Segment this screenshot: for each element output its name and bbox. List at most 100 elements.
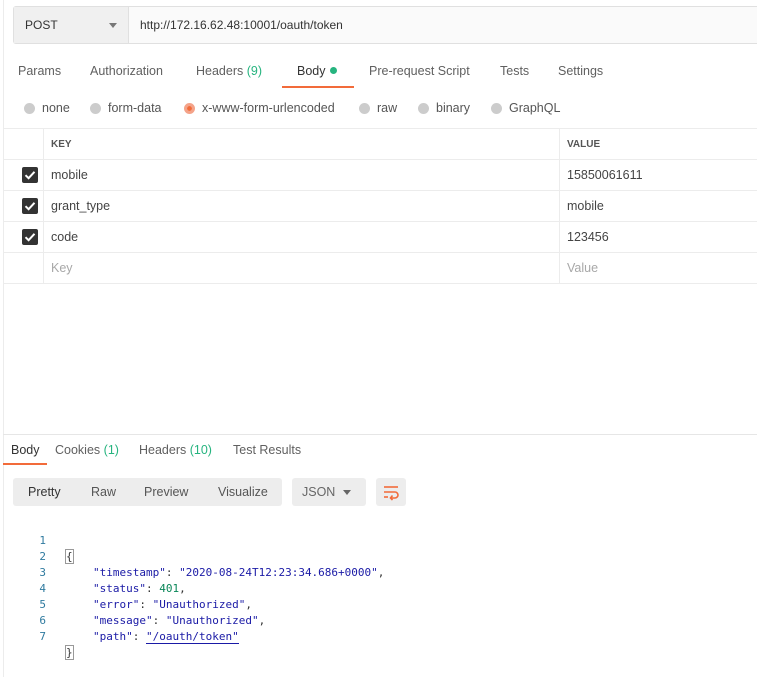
code-line: 4 "error": "Unauthorized", [0, 565, 252, 611]
response-tab-test-results[interactable]: Test Results [233, 443, 301, 457]
tab-pre-request-script[interactable]: Pre-request Script [369, 64, 470, 78]
view-mode-group: Pretty Raw Preview Visualize [13, 478, 282, 506]
json-key: "timestamp" [93, 566, 166, 579]
key-cell[interactable]: code [51, 222, 78, 252]
row-enabled-checkbox[interactable] [22, 167, 38, 183]
brace-open: { [65, 549, 74, 564]
row-enabled-checkbox[interactable] [22, 198, 38, 214]
radio-graphql[interactable]: GraphQL [491, 101, 560, 115]
column-divider [559, 191, 560, 221]
line-number: 7 [39, 630, 46, 643]
tab-body[interactable]: Body [297, 64, 337, 78]
key-cell[interactable]: mobile [51, 160, 88, 190]
value-cell[interactable]: mobile [567, 191, 604, 221]
tab-label: Headers [196, 64, 244, 78]
response-tab-headers[interactable]: Headers (10) [139, 443, 212, 457]
tab-label: Headers [139, 443, 187, 457]
response-body-code[interactable]: 1 { 2 "timestamp": "2020-08-24T12:23:34.… [0, 517, 384, 660]
code-text: "status": 401, [93, 582, 186, 595]
view-visualize-button[interactable]: Visualize [218, 485, 268, 499]
form-params-table: KEY VALUE mobile 15850061611 grant_type … [3, 128, 757, 284]
tab-label: Authorization [90, 64, 163, 78]
key-input-placeholder[interactable]: Key [51, 253, 73, 283]
tab-label: Body [11, 443, 40, 457]
json-comma: , [245, 598, 252, 611]
radio-raw[interactable]: raw [359, 101, 397, 115]
chevron-down-icon [109, 23, 117, 28]
json-value: 401 [159, 582, 180, 595]
code-line: 7 } [0, 613, 74, 660]
method-select[interactable]: POST [14, 7, 129, 43]
response-tab-cookies[interactable]: Cookies (1) [55, 443, 119, 457]
key-cell[interactable]: grant_type [51, 191, 110, 221]
radio-binary[interactable]: binary [418, 101, 470, 115]
radio-label: none [42, 101, 70, 115]
code-line: 2 "timestamp": "2020-08-24T12:23:34.686+… [0, 533, 384, 579]
view-raw-button[interactable]: Raw [91, 485, 116, 499]
active-tab-indicator [282, 86, 354, 88]
tab-count: (10) [189, 443, 212, 457]
json-value-link[interactable]: "/oauth/token" [146, 630, 239, 644]
response-divider[interactable] [3, 434, 757, 435]
table-row: grant_type mobile [3, 191, 757, 222]
code-text: "error": "Unauthorized", [93, 598, 252, 611]
code-line: 5 "message": "Unauthorized", [0, 581, 265, 627]
json-key: "status" [93, 582, 146, 595]
check-column [3, 129, 44, 159]
check-column [3, 160, 44, 190]
table-row: code 123456 [3, 222, 757, 253]
table-row: mobile 15850061611 [3, 160, 757, 191]
tab-params[interactable]: Params [18, 64, 61, 78]
json-key: "message" [93, 614, 153, 627]
tab-authorization[interactable]: Authorization [90, 64, 163, 78]
format-label: JSON [302, 485, 336, 499]
column-divider [559, 160, 560, 190]
radio-dot-icon [418, 102, 429, 114]
radio-x-www-form-urlencoded[interactable]: x-www-form-urlencoded [184, 101, 335, 115]
check-column [3, 222, 44, 252]
tab-label: Body [297, 64, 326, 78]
tab-label: Settings [558, 64, 604, 78]
radio-label: binary [436, 101, 471, 115]
radio-label: x-www-form-urlencoded [202, 101, 335, 115]
json-key: "path" [93, 630, 133, 643]
radio-dot-icon [90, 102, 101, 114]
check-column [3, 191, 44, 221]
radio-selected-icon [184, 102, 195, 114]
radio-dot-icon [24, 102, 35, 114]
method-label: POST [25, 18, 58, 32]
json-value: "2020-08-24T12:23:34.686+0000" [179, 566, 378, 579]
table-header-row: KEY VALUE [3, 128, 757, 160]
radio-none[interactable]: none [24, 101, 70, 115]
code-text: } [65, 645, 74, 661]
value-input-placeholder[interactable]: Value [567, 253, 598, 283]
view-pretty-button[interactable]: Pretty [28, 485, 61, 499]
tab-tests[interactable]: Tests [500, 64, 529, 78]
tab-count: (9) [246, 64, 263, 78]
modified-dot-icon [329, 67, 337, 74]
tab-label: Test Results [233, 443, 302, 457]
chevron-down-icon [343, 490, 351, 495]
value-cell[interactable]: 15850061611 [567, 160, 643, 190]
code-line: 1 { [0, 517, 74, 564]
code-text: "path": "/oauth/token" [93, 630, 239, 644]
tab-label: Tests [500, 64, 530, 78]
checkmark-icon [24, 171, 36, 180]
wrap-lines-button[interactable] [376, 478, 406, 506]
radio-label: GraphQL [509, 101, 561, 115]
format-select[interactable]: JSON [292, 478, 366, 506]
radio-label: form-data [108, 101, 162, 115]
tab-settings[interactable]: Settings [558, 64, 603, 78]
response-tab-body[interactable]: Body [11, 443, 40, 457]
radio-form-data[interactable]: form-data [90, 101, 162, 115]
radio-dot-icon [491, 102, 502, 114]
json-comma: , [179, 582, 186, 595]
value-cell[interactable]: 123456 [567, 222, 609, 252]
code-line: 6 "path": "/oauth/token" [0, 597, 239, 644]
view-preview-button[interactable]: Preview [144, 485, 188, 499]
url-input[interactable]: http://172.16.62.48:10001/oauth/token [140, 18, 343, 32]
json-key: "error" [93, 598, 140, 611]
tab-headers[interactable]: Headers (9) [196, 64, 262, 78]
json-value: "Unauthorized" [152, 598, 246, 611]
row-enabled-checkbox[interactable] [22, 229, 38, 245]
